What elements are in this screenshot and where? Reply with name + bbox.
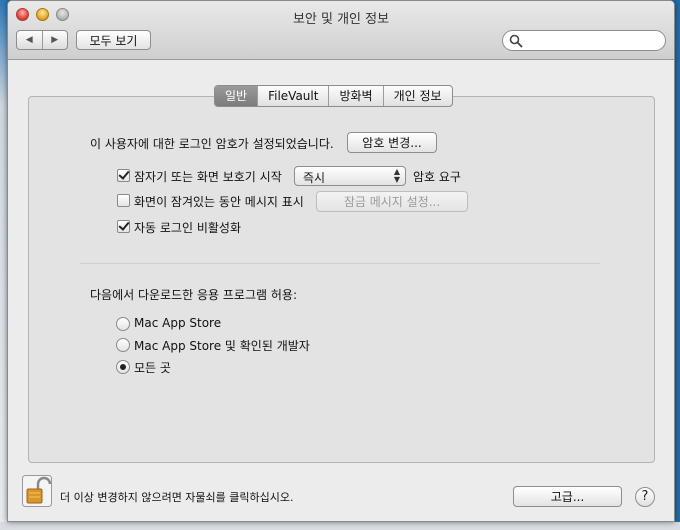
radio-mac-app-store[interactable] [116, 317, 130, 331]
change-password-button[interactable]: 암호 변경... [347, 132, 437, 153]
titlebar: 보안 및 개인 정보 ◀ ▶ 모두 보기 [8, 1, 674, 60]
require-password-delay-select[interactable]: 즉시 ▲ ▼ [294, 166, 406, 186]
back-forward-control: ◀ ▶ [16, 30, 68, 50]
require-password-checkbox[interactable] [117, 169, 130, 182]
disable-auto-login-checkbox[interactable] [117, 220, 130, 233]
lock-icon[interactable] [22, 475, 52, 507]
radio-identified-developers[interactable] [116, 338, 130, 352]
search-field[interactable] [502, 30, 666, 51]
radio-mac-app-store-label: Mac App Store [134, 316, 222, 330]
section-divider [80, 263, 600, 264]
back-button[interactable]: ◀ [17, 31, 43, 49]
tab-bar: 일반 FileVault 방화벽 개인 정보 [214, 85, 453, 107]
set-lock-message-button[interactable]: 잠금 메시지 설정... [316, 191, 468, 212]
tab-firewall[interactable]: 방화벽 [329, 86, 384, 106]
tab-privacy[interactable]: 개인 정보 [384, 86, 452, 106]
help-button[interactable]: ? [635, 487, 655, 507]
desktop-bottom-strip [0, 522, 680, 530]
tab-general[interactable]: 일반 [215, 86, 259, 106]
require-password-label: 잠자기 또는 화면 보호기 시작 [134, 170, 282, 184]
disable-auto-login-label: 자동 로그인 비활성화 [134, 221, 241, 235]
advanced-button[interactable]: 고급... [513, 486, 622, 507]
forward-button[interactable]: ▶ [43, 31, 68, 49]
radio-identified-developers-label: Mac App Store 및 확인된 개발자 [134, 339, 310, 353]
show-message-label: 화면이 잠겨있는 동안 메시지 표시 [134, 195, 304, 209]
radio-anywhere[interactable] [116, 360, 130, 374]
allow-apps-heading: 다음에서 다운로드한 응용 프로그램 허용: [90, 288, 297, 302]
window-title: 보안 및 개인 정보 [292, 12, 390, 27]
show-message-checkbox[interactable] [117, 194, 130, 207]
search-icon [509, 34, 523, 48]
show-all-button[interactable]: 모두 보기 [76, 30, 151, 50]
require-password-delay-value: 즉시 [303, 171, 326, 185]
require-password-suffix: 암호 요구 [413, 170, 461, 184]
lock-instruction-text: 더 이상 변경하지 않으려면 자물쇠를 클릭하십시오. [60, 491, 294, 504]
password-set-text: 이 사용자에 대한 로그인 암호가 설정되었습니다. [90, 137, 334, 151]
select-arrows-icon: ▲ ▼ [393, 167, 400, 184]
radio-anywhere-label: 모든 곳 [134, 361, 171, 375]
preferences-window: 보안 및 개인 정보 ◀ ▶ 모두 보기 일반 FileVault 방화벽 개인… [7, 0, 675, 522]
tab-filevault[interactable]: FileVault [258, 86, 330, 106]
